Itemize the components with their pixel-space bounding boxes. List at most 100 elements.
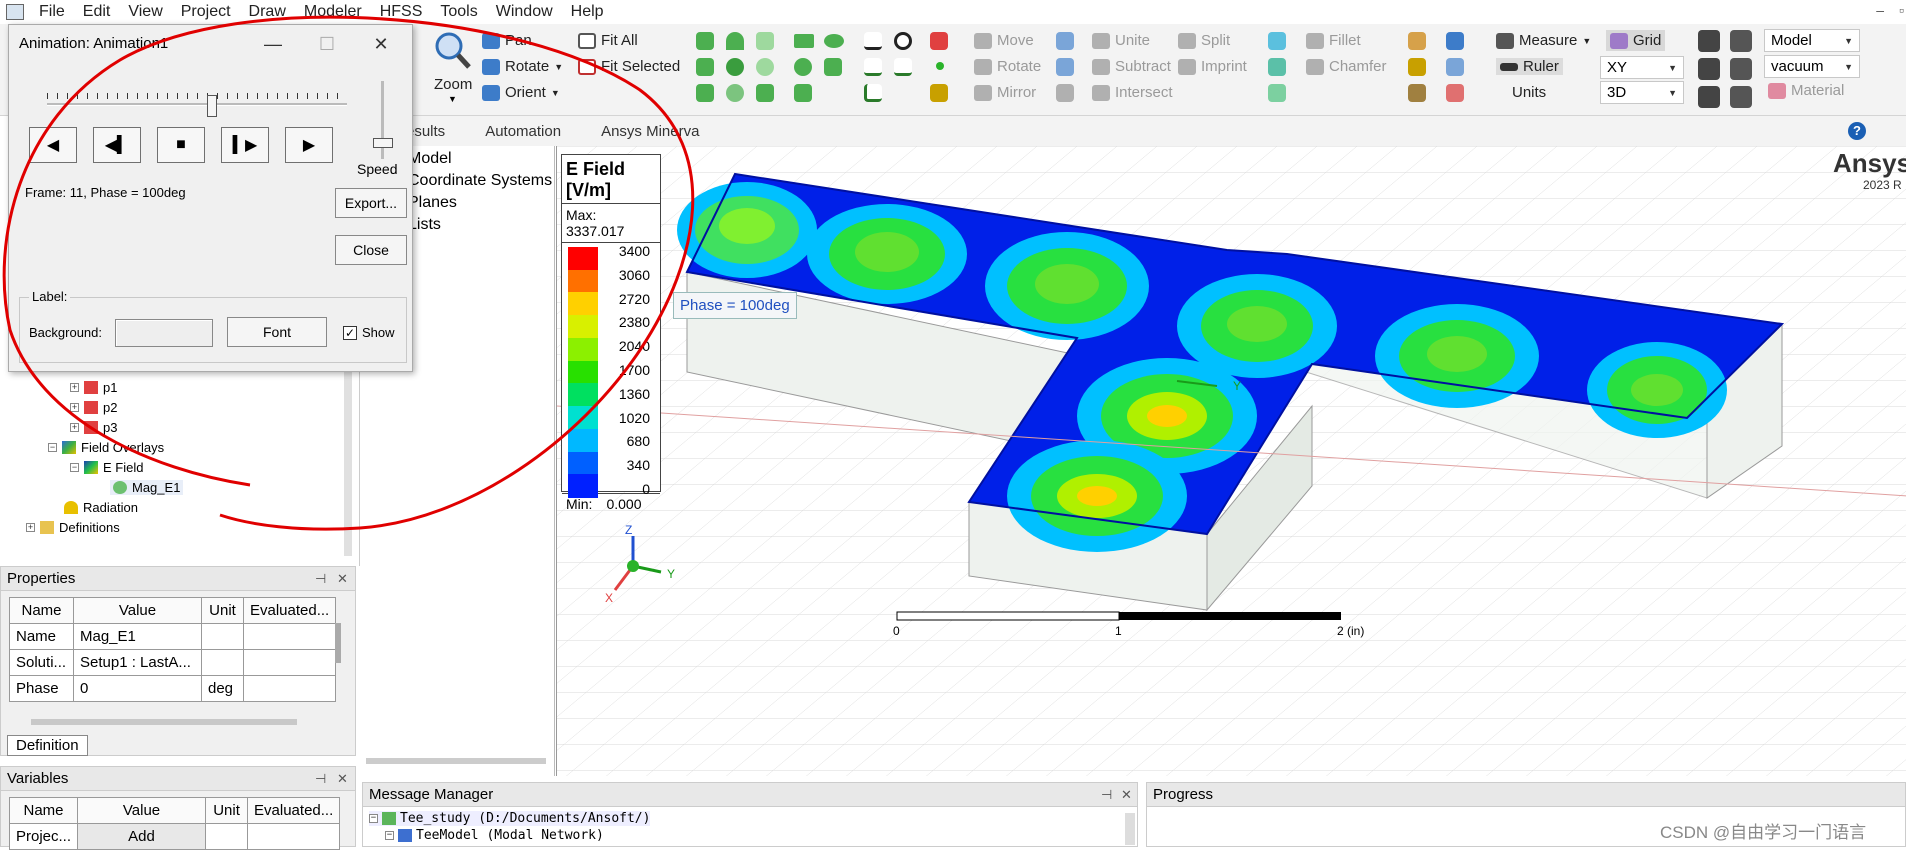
snap-edge-icon[interactable] — [1730, 58, 1752, 80]
cell[interactable] — [201, 623, 244, 650]
pin-icon[interactable]: ⊣ — [1101, 787, 1112, 803]
spline-icon[interactable] — [864, 58, 882, 76]
watermark: CSDN @自由学习一门语言 — [1660, 823, 1867, 842]
polyline-icon[interactable] — [864, 84, 882, 102]
cell — [205, 823, 249, 850]
cell[interactable]: deg — [201, 675, 244, 702]
unite-button[interactable]: Unite — [1092, 32, 1150, 49]
table-row[interactable]: Soluti... Setup1 : LastA... — [9, 649, 337, 676]
duplicate-along-line-icon[interactable] — [1056, 32, 1074, 50]
rectangle-icon[interactable] — [794, 34, 814, 48]
plane-icon[interactable] — [930, 84, 948, 102]
ruler-button[interactable]: Ruler — [1496, 58, 1563, 75]
table-header: Name Value Unit Evaluated... — [9, 597, 337, 624]
close-icon[interactable]: ✕ — [1121, 787, 1132, 803]
edge-select-icon[interactable] — [1408, 84, 1426, 102]
column-header: Value — [77, 797, 207, 824]
close-icon[interactable]: ✕ — [337, 571, 348, 587]
fillet-button[interactable]: Fillet — [1306, 32, 1361, 49]
close-icon[interactable]: ✕ — [337, 771, 348, 787]
object-icon[interactable] — [1408, 32, 1426, 50]
message-item-project[interactable]: − Tee_study (D:/Documents/Ansoft/) — [369, 811, 651, 826]
thicken-sheet-icon[interactable] — [1268, 84, 1286, 102]
rotate-button[interactable]: Rotate — [974, 58, 1041, 75]
polygon-icon[interactable] — [794, 84, 812, 102]
face-select-icon[interactable] — [1408, 58, 1426, 76]
variables-table: Name Value Unit Evaluated... Projec... Ad… — [8, 797, 341, 850]
pin-icon[interactable]: ⊣ — [315, 771, 326, 787]
measure-icon — [1496, 32, 1514, 49]
intersect-icon — [1092, 84, 1110, 101]
equation-curve-icon[interactable] — [894, 58, 912, 76]
plane-select[interactable]: XY ▼ — [1600, 56, 1684, 79]
fillet-icon — [1306, 32, 1324, 49]
properties-vscrollbar[interactable] — [335, 623, 341, 663]
message-item-design[interactable]: − TeeModel (Modal Network) — [385, 828, 604, 843]
properties-hscrollbar[interactable] — [31, 719, 297, 725]
move-button[interactable]: Move — [974, 32, 1034, 49]
relative-cs-icon[interactable] — [1446, 58, 1464, 76]
intersect-button[interactable]: Intersect — [1092, 84, 1173, 101]
chevron-down-icon: ▼ — [1668, 87, 1677, 98]
mirror-icon — [974, 84, 992, 101]
duplicate-mirror-icon[interactable] — [1056, 84, 1074, 102]
coordinate-system-icon[interactable] — [1446, 32, 1464, 50]
message-scrollbar[interactable] — [1125, 813, 1135, 845]
snap-vertex-icon[interactable] — [1730, 30, 1752, 52]
duplicate-around-axis-icon[interactable] — [1056, 58, 1074, 76]
point-icon[interactable] — [936, 62, 944, 70]
sweep-around-axis-icon[interactable] — [1268, 58, 1286, 76]
table-header: Name Value Unit Evaluated... — [8, 797, 341, 824]
table-row[interactable]: Phase 0 deg — [9, 675, 337, 702]
scale-label-1: 1 — [1115, 624, 1122, 638]
rotate-object-icon — [974, 58, 992, 75]
sweep-along-vector-icon[interactable] — [1268, 32, 1286, 50]
material-button[interactable]: Material — [1768, 82, 1844, 99]
cell[interactable]: 0 — [73, 675, 202, 702]
snap-center-icon[interactable] — [1698, 86, 1720, 108]
equation-surface-icon[interactable] — [824, 58, 842, 76]
cell: Phase — [9, 675, 74, 702]
column-header: Name — [8, 797, 79, 824]
imprint-icon — [1178, 58, 1196, 75]
mirror-button[interactable]: Mirror — [974, 84, 1036, 101]
cell[interactable]: Mag_E1 — [73, 623, 202, 650]
arc-icon[interactable] — [894, 32, 912, 50]
tab-definition[interactable]: Definition — [7, 735, 88, 756]
horizontal-scrollbar[interactable] — [366, 758, 546, 764]
snap-grid-icon[interactable] — [1698, 30, 1720, 52]
cell: Soluti... — [9, 649, 74, 676]
grid-button[interactable]: Grid — [1606, 30, 1666, 51]
circle-icon[interactable] — [794, 58, 812, 76]
table-row[interactable]: Projec... Add — [8, 823, 341, 850]
ansys-brand: Ansys — [1833, 148, 1906, 178]
cell: Name — [9, 623, 74, 650]
measure-button[interactable]: Measure ▼ — [1496, 32, 1591, 49]
dimension-select[interactable]: 3D ▼ — [1600, 81, 1684, 104]
subtract-button[interactable]: Subtract — [1092, 58, 1171, 75]
add-variable-button[interactable]: Add — [77, 823, 207, 850]
model-y-axis-label: Y — [1233, 379, 1241, 393]
snap-face-icon[interactable] — [1698, 58, 1720, 80]
material-select[interactable]: vacuum ▼ — [1764, 55, 1860, 78]
line-icon[interactable] — [864, 32, 882, 50]
user-defined-primitive-icon[interactable] — [930, 32, 948, 50]
units-button[interactable]: Units — [1512, 84, 1546, 101]
table-row[interactable]: Name Mag_E1 — [9, 623, 337, 650]
help-icon[interactable]: ? — [1848, 122, 1866, 140]
column-header: Evaluated... — [247, 797, 341, 824]
cell[interactable] — [201, 649, 244, 676]
imprint-button[interactable]: Imprint — [1178, 58, 1247, 75]
split-button[interactable]: Split — [1178, 32, 1230, 49]
snap-arc-icon[interactable] — [1730, 86, 1752, 108]
ellipse-icon[interactable] — [824, 34, 844, 48]
restore-window-icon[interactable]: ▫ — [1899, 2, 1904, 18]
minimize-window-icon[interactable]: – — [1876, 2, 1884, 18]
pin-icon[interactable]: ⊣ — [315, 571, 326, 587]
cell[interactable]: Setup1 : LastA... — [73, 649, 202, 676]
chamfer-button[interactable]: Chamfer — [1306, 58, 1387, 75]
face-cs-icon[interactable] — [1446, 84, 1464, 102]
ansys-version: 2023 R — [1863, 178, 1902, 192]
cell — [242, 623, 337, 650]
model-select[interactable]: Model ▼ — [1764, 29, 1860, 52]
